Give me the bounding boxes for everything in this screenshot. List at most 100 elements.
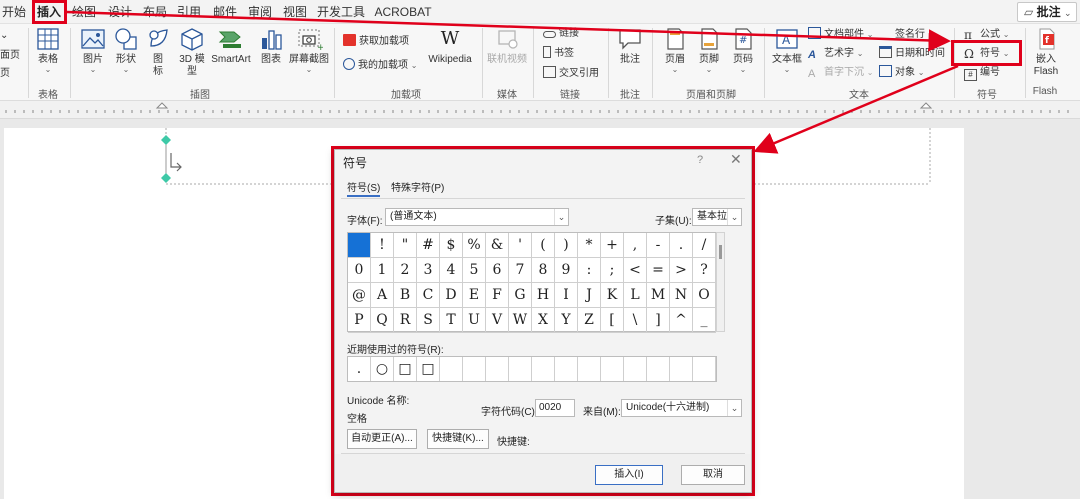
tab-mailings[interactable]: 邮件 — [211, 3, 239, 21]
symbol-cell[interactable]: H — [532, 283, 555, 308]
header-button[interactable]: 页眉 ⌄ — [660, 26, 690, 74]
recent-symbol-cell[interactable]: ○ — [371, 357, 394, 381]
tab-acrobat[interactable]: ACROBAT — [374, 3, 432, 21]
bookmark-button[interactable]: 书签 — [543, 46, 574, 62]
symbol-cell[interactable]: P — [348, 308, 371, 333]
symbol-cell[interactable]: E — [463, 283, 486, 308]
symbol-cell[interactable]: K — [601, 283, 624, 308]
tab-draw[interactable]: 绘图 — [70, 3, 98, 21]
shortcut-key-button[interactable]: 快捷键(K)... — [427, 429, 489, 449]
close-icon[interactable]: ✕ — [730, 151, 742, 168]
symbol-cell[interactable]: ( — [532, 233, 555, 258]
symbol-cell[interactable]: S — [417, 308, 440, 333]
font-select[interactable]: (普通文本) ⌄ — [385, 208, 569, 226]
symbol-cell[interactable]: ^ — [670, 308, 693, 333]
symbol-cell[interactable]: - — [647, 233, 670, 258]
symbol-cell[interactable]: O — [693, 283, 716, 308]
recent-symbol-cell[interactable] — [693, 357, 716, 381]
cancel-button[interactable]: 取消 — [681, 465, 745, 485]
symbol-cell[interactable]: 4 — [440, 258, 463, 283]
insert-button[interactable]: 插入(I) — [595, 465, 663, 485]
icons-button[interactable]: 图 标 — [145, 26, 171, 78]
date-time-button[interactable]: 日期和时间 — [879, 46, 945, 62]
symbol-cell[interactable]: / — [693, 233, 716, 258]
symbol-cell[interactable]: & — [486, 233, 509, 258]
scrollbar-thumb[interactable] — [719, 245, 722, 259]
recent-symbol-cell[interactable] — [509, 357, 532, 381]
symbol-grid-scrollbar[interactable] — [716, 232, 725, 332]
subset-select[interactable]: 基本拉丁 ⌄ — [692, 208, 742, 226]
symbol-cell[interactable]: ; — [601, 258, 624, 283]
symbol-cell[interactable]: [ — [601, 308, 624, 333]
symbol-cell[interactable]: W — [509, 308, 532, 333]
table-button[interactable]: 表格 ⌄ — [34, 26, 62, 74]
symbol-cell[interactable]: I — [555, 283, 578, 308]
symbol-cell[interactable]: G — [509, 283, 532, 308]
symbol-cell[interactable]: 3 — [417, 258, 440, 283]
page-number-button[interactable]: # 页码 ⌄ — [728, 26, 758, 74]
symbol-cell[interactable]: \ — [624, 308, 647, 333]
symbol-cell[interactable]: ? — [693, 258, 716, 283]
symbol-cell[interactable]: R — [394, 308, 417, 333]
recent-symbol-cell[interactable] — [532, 357, 555, 381]
recent-symbol-cell[interactable] — [463, 357, 486, 381]
tab-symbols[interactable]: 符号(S) — [347, 181, 381, 197]
recent-symbol-cell[interactable] — [601, 357, 624, 381]
symbol-cell[interactable]: , — [624, 233, 647, 258]
equation-button[interactable]: π 公式 ⌄ — [964, 27, 1009, 43]
symbol-cell[interactable]: 6 — [486, 258, 509, 283]
symbol-cell[interactable]: Y — [555, 308, 578, 333]
recent-symbol-cell[interactable] — [578, 357, 601, 381]
symbol-cell[interactable]: 9 — [555, 258, 578, 283]
symbol-cell[interactable]: 1 — [371, 258, 394, 283]
symbol-cell[interactable]: F — [486, 283, 509, 308]
symbol-cell[interactable]: L — [624, 283, 647, 308]
recent-symbols-list[interactable]: . ○ □ □ — [347, 356, 717, 382]
symbol-button[interactable]: Ω 符号 ⌄ — [964, 46, 1009, 62]
from-select[interactable]: Unicode(十六进制) ⌄ — [621, 399, 742, 417]
symbol-cell[interactable]: $ — [440, 233, 463, 258]
symbol-cell[interactable]: . — [670, 233, 693, 258]
dropcap-button[interactable]: A 首字下沉 ⌄ — [808, 65, 873, 81]
my-addins-button[interactable]: 我的加载项 ⌄ — [343, 58, 417, 74]
symbol-cell[interactable]: 5 — [463, 258, 486, 283]
symbol-cell[interactable]: B — [394, 283, 417, 308]
chart-button[interactable]: 图表 — [256, 26, 286, 66]
tab-references[interactable]: 引用 — [175, 3, 203, 21]
signature-line-button[interactable]: 签名行 ⌄ — [879, 27, 934, 43]
comment-button[interactable]: 批注 — [614, 26, 646, 66]
symbol-cell[interactable]: 2 — [394, 258, 417, 283]
tab-home[interactable]: 开始 — [2, 3, 26, 21]
recent-symbol-cell[interactable] — [624, 357, 647, 381]
symbol-cell[interactable]: 8 — [532, 258, 555, 283]
symbol-cell[interactable]: U — [463, 308, 486, 333]
symbol-cell[interactable]: _ — [693, 308, 716, 333]
recent-symbol-cell[interactable] — [486, 357, 509, 381]
footer-button[interactable]: 页脚 ⌄ — [694, 26, 724, 74]
link-button[interactable]: 链接 — [543, 26, 579, 42]
tab-view[interactable]: 视图 — [281, 3, 309, 21]
symbol-cell[interactable]: D — [440, 283, 463, 308]
symbol-cell[interactable]: Q — [371, 308, 394, 333]
recent-symbol-cell[interactable]: □ — [417, 357, 440, 381]
edge-item-3[interactable]: 页 — [0, 66, 10, 82]
shapes-button[interactable]: 形状 ⌄ — [111, 26, 141, 74]
numbering-button[interactable]: # 编号 — [964, 65, 1000, 81]
wordart-button[interactable]: A 艺术字 ⌄ — [808, 46, 863, 62]
tab-review[interactable]: 审阅 — [246, 3, 274, 21]
symbol-cell[interactable]: : — [578, 258, 601, 283]
3d-model-button[interactable]: 3D 模 型 — [177, 26, 207, 78]
symbol-cell[interactable]: ] — [647, 308, 670, 333]
recent-symbol-cell[interactable]: . — [348, 357, 371, 381]
symbol-cell[interactable]: M — [647, 283, 670, 308]
symbol-cell[interactable]: A — [371, 283, 394, 308]
embed-flash-button[interactable]: f 嵌入 Flash — [1029, 26, 1063, 78]
symbol-cell[interactable]: > — [670, 258, 693, 283]
edge-item-2[interactable]: 面页 — [0, 48, 20, 64]
symbol-cell[interactable]: ' — [509, 233, 532, 258]
recent-symbol-cell[interactable] — [440, 357, 463, 381]
recent-symbol-cell[interactable] — [670, 357, 693, 381]
symbol-cell[interactable]: % — [463, 233, 486, 258]
screenshot-button[interactable]: + 屏幕截图 ⌄ — [289, 26, 329, 74]
quick-parts-button[interactable]: 文档部件 ⌄ — [808, 27, 873, 43]
